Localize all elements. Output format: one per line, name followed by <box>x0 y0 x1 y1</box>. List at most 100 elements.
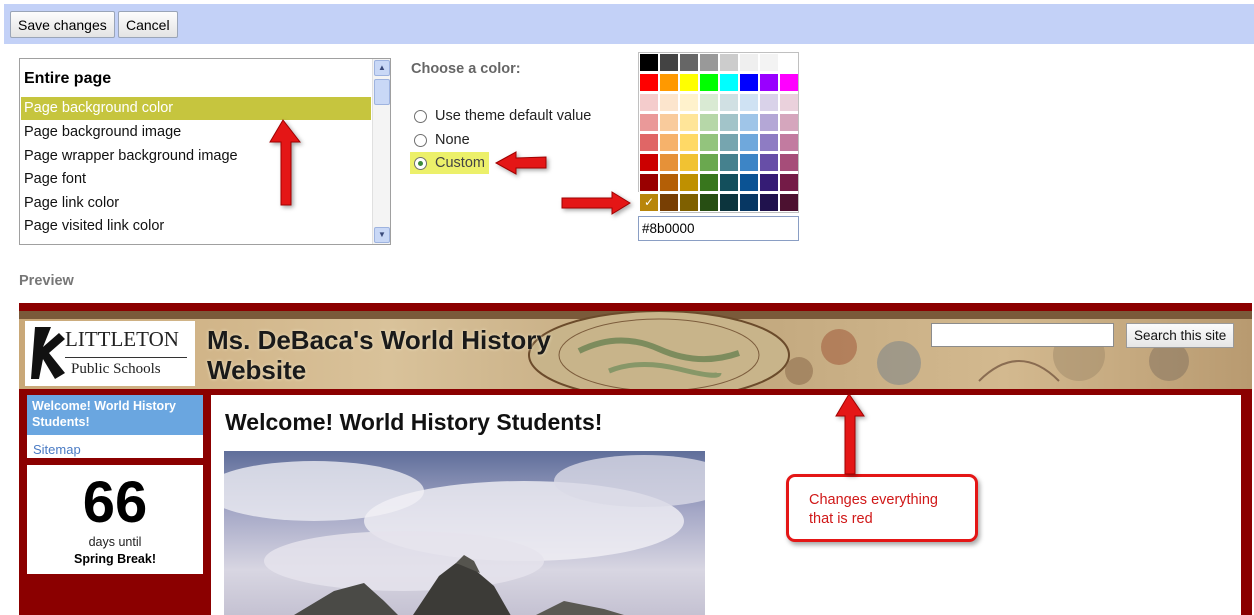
color-swatch[interactable] <box>760 54 778 71</box>
color-swatch[interactable] <box>780 94 798 111</box>
color-swatch[interactable] <box>720 74 738 91</box>
machu-picchu-photo <box>224 451 705 615</box>
logo-text-public-schools: Public Schools <box>71 361 161 377</box>
color-swatch[interactable] <box>640 154 658 171</box>
color-swatch[interactable] <box>700 174 718 191</box>
littleton-emblem-icon <box>31 327 65 379</box>
color-swatch[interactable] <box>680 134 698 151</box>
color-swatch[interactable] <box>700 74 718 91</box>
color-swatch[interactable] <box>640 134 658 151</box>
color-swatch[interactable] <box>780 54 798 71</box>
color-swatch[interactable] <box>640 74 658 91</box>
countdown-event: Spring Break! <box>74 552 156 566</box>
color-swatch[interactable] <box>660 54 678 71</box>
color-swatch[interactable] <box>780 134 798 151</box>
list-item-page-font[interactable]: Page font <box>21 168 371 191</box>
color-swatch[interactable] <box>680 94 698 111</box>
color-swatch[interactable] <box>760 74 778 91</box>
hex-color-input[interactable]: #8b0000 <box>638 216 799 241</box>
color-swatch[interactable] <box>780 154 798 171</box>
color-swatch[interactable] <box>740 74 758 91</box>
color-swatch[interactable] <box>700 54 718 71</box>
color-swatch[interactable] <box>680 154 698 171</box>
color-swatch[interactable] <box>760 154 778 171</box>
color-swatch[interactable] <box>720 94 738 111</box>
scroll-thumb[interactable] <box>374 79 390 105</box>
list-item-page-background-color[interactable]: Page background color <box>21 97 371 120</box>
scroll-down-icon[interactable]: ▼ <box>374 227 390 243</box>
color-swatch[interactable] <box>780 174 798 191</box>
color-swatch[interactable] <box>740 154 758 171</box>
option-none[interactable]: None <box>414 129 470 151</box>
color-swatch[interactable] <box>760 174 778 191</box>
preview-search-input[interactable] <box>931 323 1114 347</box>
color-swatch[interactable] <box>660 94 678 111</box>
list-item-page-visited-link-color[interactable]: Page visited link color <box>21 215 371 238</box>
save-changes-button[interactable]: Save changes <box>10 11 115 38</box>
option-none-label: None <box>435 132 470 148</box>
preview-search-button[interactable]: Search this site <box>1126 323 1235 348</box>
color-swatch[interactable] <box>640 94 658 111</box>
color-swatch[interactable] <box>680 74 698 91</box>
color-swatch[interactable] <box>780 194 798 211</box>
nav-item-sitemap[interactable]: Sitemap <box>33 442 81 457</box>
color-swatch[interactable] <box>780 114 798 131</box>
color-swatch[interactable] <box>700 134 718 151</box>
color-swatch[interactable] <box>660 114 678 131</box>
radio-none[interactable] <box>414 133 427 147</box>
color-swatch[interactable] <box>720 194 738 211</box>
option-theme-default[interactable]: Use theme default value <box>414 105 591 127</box>
color-swatch[interactable] <box>740 114 758 131</box>
radio-theme-default[interactable] <box>414 109 427 123</box>
color-swatch[interactable] <box>720 174 738 191</box>
color-swatch[interactable] <box>720 134 738 151</box>
color-swatch[interactable] <box>700 114 718 131</box>
color-swatch[interactable] <box>720 54 738 71</box>
color-swatch[interactable] <box>720 114 738 131</box>
color-swatch[interactable] <box>660 154 678 171</box>
color-swatch[interactable] <box>640 54 658 71</box>
list-item-page-wrapper-background-image[interactable]: Page wrapper background image <box>21 145 371 168</box>
preview-banner: LITTLETON Public Schools Ms. DeBaca's Wo… <box>19 311 1252 389</box>
preview-site-title[interactable]: Ms. DeBaca's World History Website <box>207 325 627 385</box>
color-swatch[interactable] <box>760 94 778 111</box>
style-element-list[interactable]: Entire page Page background color Page b… <box>19 58 391 245</box>
scroll-up-icon[interactable]: ▲ <box>374 60 390 76</box>
color-swatch[interactable] <box>640 114 658 131</box>
color-swatch[interactable] <box>660 174 678 191</box>
list-item-page-background-image[interactable]: Page background image <box>21 121 371 144</box>
countdown-gadget: 66 days until Spring Break! <box>27 465 203 574</box>
color-swatch[interactable] <box>680 194 698 211</box>
option-custom[interactable]: Custom <box>410 152 489 174</box>
color-swatch[interactable] <box>720 154 738 171</box>
preview-page-title: Welcome! World History Students! <box>225 409 603 435</box>
color-swatch[interactable] <box>680 174 698 191</box>
cancel-button[interactable]: Cancel <box>118 11 178 38</box>
color-swatch[interactable] <box>700 154 718 171</box>
color-swatch[interactable] <box>740 94 758 111</box>
arrow-left-to-custom-icon <box>494 151 547 175</box>
color-swatch[interactable] <box>780 74 798 91</box>
color-swatch[interactable] <box>740 194 758 211</box>
color-swatch[interactable] <box>700 94 718 111</box>
arrow-right-to-swatch-icon <box>561 191 631 215</box>
color-swatch[interactable] <box>680 54 698 71</box>
color-swatch-selected[interactable]: ✓ <box>638 192 660 213</box>
list-scrollbar[interactable]: ▲ ▼ <box>372 59 390 244</box>
color-swatch[interactable] <box>680 114 698 131</box>
color-swatch[interactable] <box>760 194 778 211</box>
color-swatch[interactable] <box>660 74 678 91</box>
color-swatch[interactable] <box>740 134 758 151</box>
radio-custom[interactable] <box>414 156 427 170</box>
color-swatch[interactable] <box>660 194 678 211</box>
color-swatch[interactable] <box>740 54 758 71</box>
nav-item-welcome[interactable]: Welcome! World History Students! <box>27 395 203 435</box>
color-swatch[interactable] <box>700 194 718 211</box>
color-swatch[interactable] <box>660 134 678 151</box>
color-swatch[interactable] <box>640 174 658 191</box>
preview-main-content: Welcome! World History Students! <box>211 395 1241 615</box>
list-item-page-link-color[interactable]: Page link color <box>21 192 371 215</box>
color-swatch[interactable] <box>760 134 778 151</box>
color-swatch[interactable] <box>740 174 758 191</box>
color-swatch[interactable] <box>760 114 778 131</box>
